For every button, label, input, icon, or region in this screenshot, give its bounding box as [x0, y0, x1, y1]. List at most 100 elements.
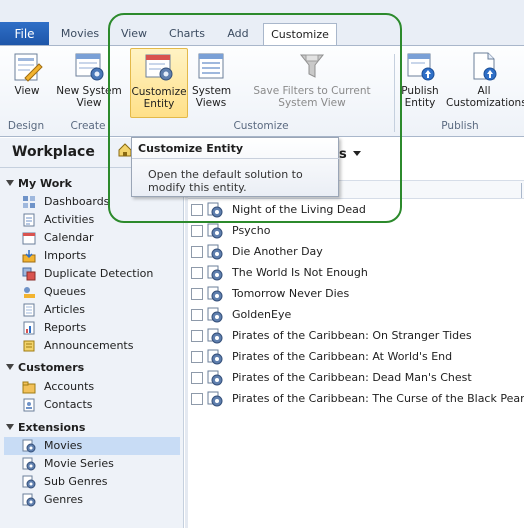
customize-entity-button[interactable]: Customize Entity	[130, 48, 188, 118]
tab-customize[interactable]: Customize	[263, 23, 337, 46]
row-title[interactable]: Pirates of the Caribbean: On Stranger Ti…	[232, 329, 472, 342]
save-filters-label: Save Filters to Current System View	[253, 85, 371, 109]
entity-gear-icon	[207, 244, 223, 260]
sidebar-item-activities[interactable]: Activities	[22, 211, 180, 229]
accounts-icon	[22, 381, 36, 394]
customize-entity-label: Customize Entity	[131, 86, 187, 110]
table-row[interactable]: Pirates of the Caribbean: Dead Man's Che…	[188, 368, 524, 389]
section-customers[interactable]: Customers	[6, 361, 84, 374]
table-row[interactable]: Psycho	[188, 221, 524, 242]
sidebar-item-calendar[interactable]: Calendar	[22, 229, 180, 247]
table-row[interactable]: Tomorrow Never Dies	[188, 284, 524, 305]
row-checkbox[interactable]	[191, 372, 203, 384]
entity-gear-icon	[207, 349, 223, 365]
home-icon[interactable]	[118, 143, 132, 157]
table-row[interactable]: GoldenEye	[188, 305, 524, 326]
group-create-label: Create	[70, 120, 106, 132]
row-title[interactable]: The World Is Not Enough	[232, 266, 368, 279]
tab-file[interactable]: File	[0, 22, 49, 46]
view-selector[interactable]: s	[339, 147, 361, 162]
row-title[interactable]: Pirates of the Caribbean: The Curse of t…	[232, 392, 524, 405]
tooltip-body: Open the default solution to modify this…	[148, 168, 303, 194]
publish-entity-button[interactable]: Publish Entity	[398, 50, 442, 109]
sidebar-item-announcements[interactable]: Announcements	[22, 337, 180, 355]
filter-icon	[299, 54, 325, 78]
save-filters-button[interactable]: Save Filters to Current System View	[234, 50, 390, 109]
ribbon-tab-strip: File Movies View Charts Add Customize	[0, 0, 524, 46]
sidebar-item-articles[interactable]: Articles	[22, 301, 180, 319]
tab-movies[interactable]: Movies	[56, 23, 104, 46]
reports-icon	[23, 321, 35, 335]
section-my-work[interactable]: My Work	[6, 177, 72, 190]
sidebar-item-imports[interactable]: Imports	[22, 247, 180, 265]
tooltip-divider	[132, 158, 340, 159]
table-row[interactable]: Pirates of the Caribbean: The Curse of t…	[188, 389, 524, 410]
system-views-icon	[198, 53, 224, 79]
table-row[interactable]: Night of the Living Dead	[188, 200, 524, 221]
row-checkbox[interactable]	[191, 225, 203, 237]
sidebar-item-contacts[interactable]: Contacts	[22, 396, 180, 414]
row-checkbox[interactable]	[191, 309, 203, 321]
sidebar-item-duplicate-detection[interactable]: Duplicate Detection	[22, 265, 180, 283]
collapse-icon	[6, 180, 14, 186]
entity-gear-icon	[207, 202, 223, 218]
sidebar-item-accounts[interactable]: Accounts	[22, 378, 180, 396]
entity-gear-icon	[22, 439, 36, 453]
sidebar-item-queues[interactable]: Queues	[22, 283, 180, 301]
tab-view[interactable]: View	[112, 23, 156, 46]
publish-entity-icon	[407, 53, 435, 81]
workplace-title: Workplace	[12, 144, 95, 160]
calendar-icon	[22, 232, 36, 245]
chevron-down-icon	[352, 151, 361, 156]
entity-gear-icon	[207, 391, 223, 407]
row-checkbox[interactable]	[191, 393, 203, 405]
group-design-label: Design	[7, 120, 45, 132]
duplicate-detection-icon	[22, 267, 36, 281]
row-checkbox[interactable]	[191, 288, 203, 300]
row-title[interactable]: Psycho	[232, 224, 270, 237]
contacts-icon	[23, 398, 35, 412]
imports-icon	[22, 250, 36, 263]
new-system-view-button[interactable]: New System View	[56, 50, 122, 109]
row-title[interactable]: GoldenEye	[232, 308, 291, 321]
publish-entity-label: Publish Entity	[401, 85, 439, 109]
row-title[interactable]: Die Another Day	[232, 245, 323, 258]
table-row[interactable]: The World Is Not Enough	[188, 263, 524, 284]
row-checkbox[interactable]	[191, 351, 203, 363]
table-row[interactable]: Die Another Day	[188, 242, 524, 263]
collapse-icon	[6, 364, 14, 370]
dashboard-icon	[23, 196, 35, 208]
table-row[interactable]: Pirates of the Caribbean: At World's End	[188, 347, 524, 368]
sidebar-item-reports[interactable]: Reports	[22, 319, 180, 337]
row-title[interactable]: Pirates of the Caribbean: Dead Man's Che…	[232, 371, 472, 384]
customize-entity-tooltip: Customize Entity Open the default soluti…	[131, 137, 340, 197]
view-button[interactable]: View	[6, 50, 48, 97]
row-title[interactable]: Night of the Living Dead	[232, 203, 366, 216]
pencil-form-icon	[14, 53, 43, 82]
publish-all-customizations-button[interactable]: All Customizations	[446, 50, 524, 109]
entity-gear-icon	[207, 328, 223, 344]
articles-icon	[23, 303, 35, 317]
row-title[interactable]: Pirates of the Caribbean: At World's End	[232, 350, 452, 363]
entity-gear-icon	[22, 457, 36, 471]
row-checkbox[interactable]	[191, 267, 203, 279]
new-system-view-label: New System View	[56, 85, 122, 109]
section-extensions[interactable]: Extensions	[6, 421, 85, 434]
all-customizations-label: All Customizations	[446, 85, 524, 109]
publish-all-icon	[473, 52, 497, 81]
sidebar-item-sub-genres[interactable]: Sub Genres	[22, 473, 180, 491]
row-checkbox[interactable]	[191, 330, 203, 342]
sidebar-item-movies[interactable]: Movies	[4, 437, 180, 455]
row-title[interactable]: Tomorrow Never Dies	[232, 287, 349, 300]
system-views-button[interactable]: System Views	[192, 50, 232, 109]
system-views-label: System Views	[192, 85, 232, 109]
sidebar-item-genres[interactable]: Genres	[22, 491, 180, 509]
view-button-label: View	[14, 85, 40, 97]
row-checkbox[interactable]	[191, 246, 203, 258]
row-checkbox[interactable]	[191, 204, 203, 216]
tab-charts[interactable]: Charts	[162, 23, 212, 46]
sidebar-item-movie-series[interactable]: Movie Series	[22, 455, 180, 473]
entity-gear-icon	[22, 493, 36, 507]
tab-add[interactable]: Add	[218, 23, 258, 46]
table-row[interactable]: Pirates of the Caribbean: On Stranger Ti…	[188, 326, 524, 347]
